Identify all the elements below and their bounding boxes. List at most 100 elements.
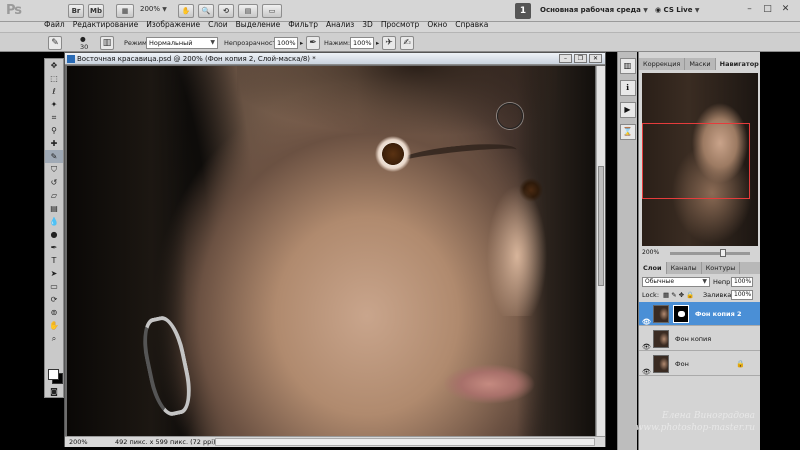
menu-3d[interactable]: 3D	[358, 19, 377, 31]
document-tab[interactable]: Восточная красавица.psd @ 200% (Фон копи…	[65, 53, 605, 65]
menu-help[interactable]: Справка	[451, 19, 492, 31]
menu-edit[interactable]: Редактирование	[69, 19, 142, 31]
doc-restore-icon[interactable]: ❐	[574, 54, 587, 63]
layer-thumbnail	[653, 305, 669, 323]
brush-preset-icon[interactable]: ✎	[48, 36, 62, 50]
3d-orbit-tool-icon[interactable]: ⊚	[45, 306, 63, 319]
status-zoom[interactable]: 200%	[69, 437, 88, 447]
doc-minimize-icon[interactable]: –	[559, 54, 572, 63]
mode-select[interactable]: Нормальный ▼	[146, 37, 218, 49]
menu-view[interactable]: Просмотр	[377, 19, 424, 31]
menu-window[interactable]: Окно	[423, 19, 451, 31]
doc-close-icon[interactable]: ✕	[589, 54, 602, 63]
navigator-zoom-value[interactable]: 200%	[642, 249, 659, 256]
lock-icons[interactable]: ▦ ✎ ✥ 🔒	[663, 289, 694, 301]
lasso-tool-icon[interactable]: ℓ	[45, 85, 63, 98]
quick-mask-icon[interactable]: ◙	[45, 385, 63, 398]
minimize-icon[interactable]: –	[741, 3, 758, 17]
tab-layers[interactable]: Слои	[639, 262, 667, 274]
brush-size-dot-icon[interactable]: ●	[80, 35, 86, 43]
minibridge-button[interactable]: Mb	[88, 4, 104, 18]
3d-rotate-tool-icon[interactable]: ⟳	[45, 293, 63, 306]
zoom-tool-icon[interactable]: ⌕	[45, 332, 63, 345]
layer-mask-thumbnail[interactable]	[673, 305, 689, 323]
view-extras-button[interactable]: ▦	[116, 4, 134, 18]
horizontal-scrollbar[interactable]	[215, 438, 595, 446]
path-select-tool-icon[interactable]: ➤	[45, 267, 63, 280]
hand-tool-button[interactable]: ✋	[178, 4, 194, 18]
maximize-icon[interactable]: □	[759, 3, 776, 17]
canvas-eye	[349, 132, 439, 174]
layer-row-fon-kopia-2[interactable]: 👁 Фон копия 2	[639, 302, 761, 326]
clone-stamp-tool-icon[interactable]: ⛉	[45, 163, 63, 176]
workspace-switcher[interactable]: Основная рабочая среда ▼	[540, 6, 648, 14]
vertical-scroll-thumb[interactable]	[598, 166, 604, 286]
zoom-level-select[interactable]: 200% ▼	[140, 5, 167, 13]
tab-navigator[interactable]: Навигатор	[715, 58, 764, 70]
eyedropper-tool-icon[interactable]: ⚲	[45, 124, 63, 137]
brush-panel-icon[interactable]: ▥	[100, 36, 114, 50]
layer-opacity-label: Непр	[713, 278, 731, 286]
info-icon[interactable]: ℹ	[619, 80, 636, 96]
image-canvas[interactable]	[67, 66, 595, 436]
menu-analysis[interactable]: Анализ	[322, 19, 358, 31]
navigator-zoom-slider[interactable]	[670, 252, 750, 255]
history-brush-tool-icon[interactable]: ↺	[45, 176, 63, 189]
pressure-field[interactable]: 100%	[350, 37, 374, 49]
document-ps-icon	[67, 55, 75, 63]
blur-tool-icon[interactable]: 💧	[45, 215, 63, 228]
tab-adjustments[interactable]: Коррекция	[639, 58, 686, 70]
menu-filter[interactable]: Фильтр	[284, 19, 322, 31]
tablet-opacity-icon[interactable]: ✒	[306, 36, 320, 50]
menu-file[interactable]: Файл	[40, 19, 69, 31]
tab-masks[interactable]: Маски	[685, 58, 716, 70]
zoom-tool-button[interactable]: 🔍	[198, 4, 214, 18]
hand-tool-icon[interactable]: ✋	[45, 319, 63, 332]
tab-channels[interactable]: Каналы	[667, 262, 702, 274]
layer-row-fon-kopia[interactable]: 👁 Фон копия	[639, 327, 761, 351]
gradient-tool-icon[interactable]: ▤	[45, 202, 63, 215]
rotate-view-button[interactable]: ⟲	[218, 4, 234, 18]
vertical-scrollbar[interactable]	[596, 66, 605, 436]
quick-select-tool-icon[interactable]: ✦	[45, 98, 63, 111]
brush-size[interactable]: 30	[80, 43, 88, 51]
eraser-tool-icon[interactable]: ▱	[45, 189, 63, 202]
opacity-field[interactable]: 100%	[274, 37, 298, 49]
screen-mode-button[interactable]: ▭	[262, 4, 282, 18]
marquee-tool-icon[interactable]: ⬚	[45, 72, 63, 85]
brush-tool-icon[interactable]: ✎	[45, 150, 63, 163]
navigator-zoom-knob[interactable]	[720, 249, 726, 257]
bridge-button[interactable]: Br	[68, 4, 84, 18]
actions-icon[interactable]: ▶	[619, 102, 636, 118]
blend-mode-select[interactable]: Обычные ▼	[642, 277, 710, 287]
options-bar: ✎ ● 30 ▥ Режим: Нормальный ▼ Непрозрачнос…	[0, 32, 800, 52]
pen-tool-icon[interactable]: ✒	[45, 241, 63, 254]
shape-tool-icon[interactable]: ▭	[45, 280, 63, 293]
foreground-color-swatch[interactable]	[48, 369, 59, 380]
type-tool-icon[interactable]: T	[45, 254, 63, 267]
close-icon[interactable]: ✕	[777, 3, 794, 17]
tab-paths[interactable]: Контуры	[702, 262, 741, 274]
crop-tool-icon[interactable]: ⌗	[45, 111, 63, 124]
menu-select[interactable]: Выделение	[232, 19, 285, 31]
arrange-docs-button[interactable]: ▤	[238, 4, 258, 18]
airbrush-icon[interactable]: ✈	[382, 36, 396, 50]
right-panels: Коррекция Маски Навигатор 200% Слои Кана…	[638, 52, 764, 450]
histogram-icon[interactable]: ▥	[619, 58, 636, 74]
dodge-tool-icon[interactable]: ●	[45, 228, 63, 241]
move-tool-icon[interactable]: ✥	[45, 59, 63, 72]
navigator-view-rect[interactable]	[642, 123, 750, 199]
opacity-dropdown-icon[interactable]: ▸	[300, 39, 303, 47]
history-icon[interactable]: ⌛	[619, 124, 636, 140]
cslive-button[interactable]: ◉ CS Live ▼	[655, 6, 700, 14]
eye-icon[interactable]: 👁	[642, 360, 651, 384]
tablet-pressure-icon[interactable]: ✍	[400, 36, 414, 50]
menu-layers[interactable]: Слои	[204, 19, 232, 31]
menu-image[interactable]: Изображение	[142, 19, 204, 31]
layer-row-fon[interactable]: 👁 Фон 🔒	[639, 352, 761, 376]
navigator-thumbnail[interactable]	[642, 73, 758, 246]
layer-opacity-field[interactable]: 100%	[731, 277, 753, 287]
fill-field[interactable]: 100%	[731, 290, 753, 300]
pressure-dropdown-icon[interactable]: ▸	[376, 39, 379, 47]
healing-tool-icon[interactable]: ✚	[45, 137, 63, 150]
